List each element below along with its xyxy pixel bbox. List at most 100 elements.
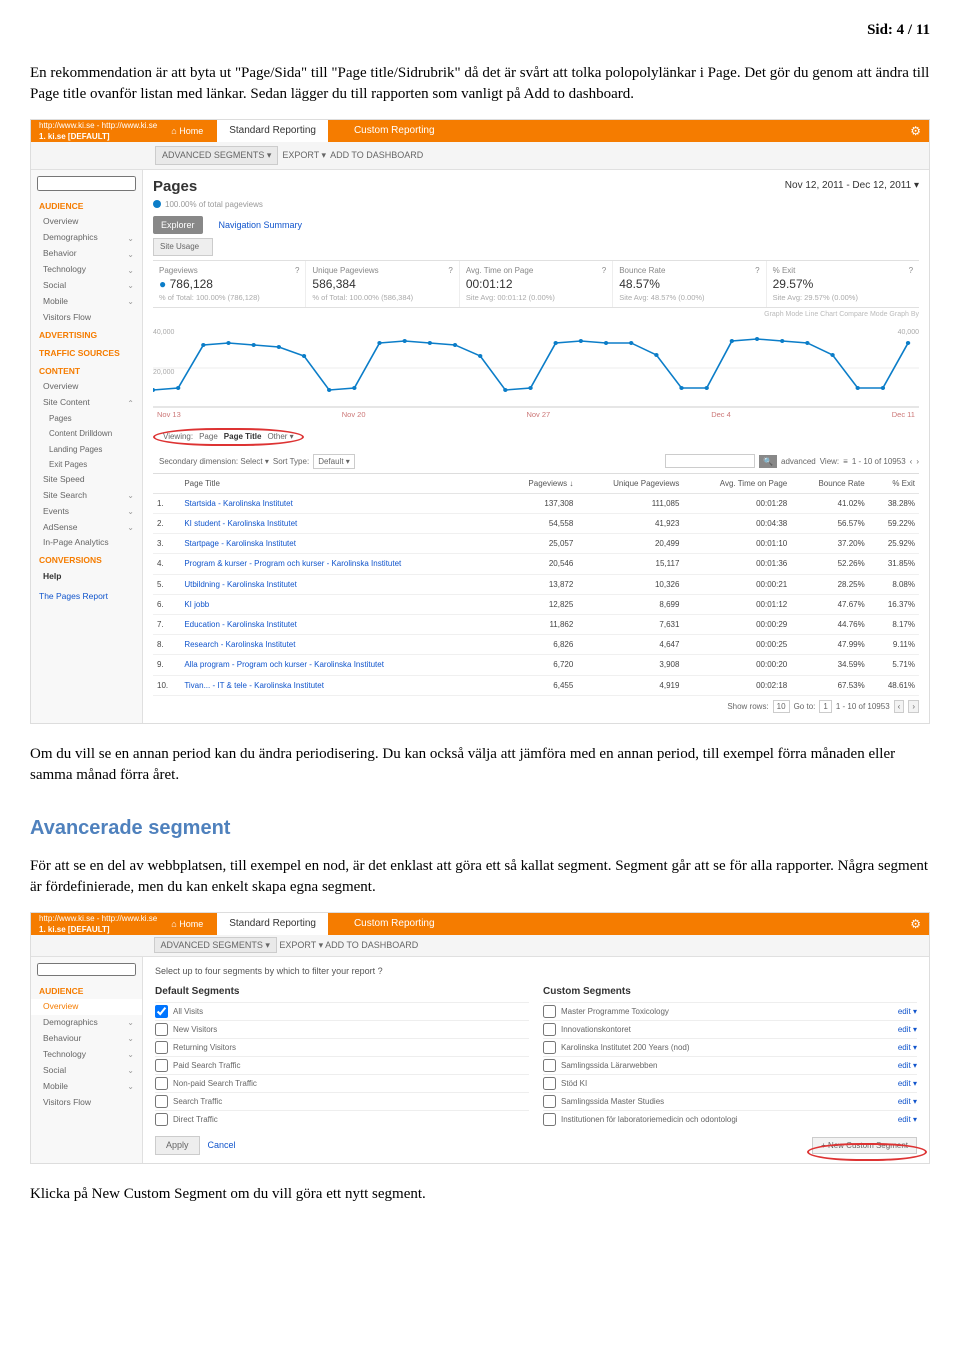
tab-standard-reporting[interactable]: Standard Reporting <box>217 120 328 142</box>
table-row[interactable]: 2.KI student - Karolinska Institutet54,5… <box>153 514 919 534</box>
sidebar-advertising-header[interactable]: ADVERTISING <box>31 326 142 344</box>
table-row[interactable]: 8.Research - Karolinska Institutet6,8264… <box>153 635 919 655</box>
segment-row[interactable]: Samlingssida Master Studiesedit ▾ <box>543 1092 917 1110</box>
segment-row[interactable]: Direct Traffic <box>155 1110 529 1128</box>
th-exit[interactable]: % Exit <box>869 473 919 493</box>
sidebar-item-content-drilldown[interactable]: Content Drilldown <box>31 426 142 441</box>
sidebar-audience-header[interactable]: AUDIENCE <box>31 197 142 215</box>
metric-bounce-rate[interactable]: Bounce Rate?48.57%Site Avg: 48.57% (0.00… <box>613 261 766 307</box>
info-icon[interactable]: ? <box>909 265 913 276</box>
sidebar-item-pages[interactable]: Pages <box>31 411 142 426</box>
sidebar-item-demographics[interactable]: Demographics⌄ <box>31 1015 142 1031</box>
tab-navigation-summary[interactable]: Navigation Summary <box>211 216 311 235</box>
segment-checkbox[interactable] <box>543 1095 556 1108</box>
edit-segment-link[interactable]: edit ▾ <box>898 1096 917 1107</box>
view-page-title-tab[interactable]: Page Title <box>224 431 262 442</box>
edit-segment-link[interactable]: edit ▾ <box>898 1114 917 1125</box>
segment-row[interactable]: Non-paid Search Traffic <box>155 1074 529 1092</box>
prev-page-button[interactable]: ‹ <box>910 456 913 467</box>
view-page-tab[interactable]: Page <box>199 431 218 442</box>
metric-exit[interactable]: % Exit?29.57%Site Avg: 29.57% (0.00%) <box>767 261 919 307</box>
apply-button[interactable]: Apply <box>155 1136 200 1155</box>
sidebar-item-inpage-analytics[interactable]: In-Page Analytics <box>31 535 142 551</box>
segment-row[interactable]: Innovationskontoretedit ▾ <box>543 1020 917 1038</box>
sidebar-item-social[interactable]: Social⌄ <box>31 1063 142 1079</box>
next-page-button[interactable]: › <box>916 456 919 467</box>
edit-segment-link[interactable]: edit ▾ <box>898 1060 917 1071</box>
sidebar-item-site-search[interactable]: Site Search⌄ <box>31 488 142 504</box>
sidebar-item-overview[interactable]: Overview <box>31 999 142 1015</box>
tab-custom-reporting[interactable]: Custom Reporting <box>342 120 447 142</box>
sidebar-item-content-overview[interactable]: Overview <box>31 379 142 395</box>
sidebar-item-visitors-flow[interactable]: Visitors Flow <box>31 310 142 326</box>
tab-standard-reporting[interactable]: Standard Reporting <box>217 913 328 935</box>
segment-row[interactable]: Master Programme Toxicologyedit ▾ <box>543 1002 917 1020</box>
tab-explorer[interactable]: Explorer <box>153 216 203 235</box>
segment-checkbox[interactable] <box>155 1041 168 1054</box>
sidebar-item-events[interactable]: Events⌄ <box>31 504 142 520</box>
advanced-segments-button[interactable]: ADVANCED SEGMENTS ▾ <box>155 146 278 165</box>
metric-pageviews[interactable]: Pageviews?786,128% of Total: 100.00% (78… <box>153 261 306 307</box>
th-avg-time[interactable]: Avg. Time on Page <box>683 473 791 493</box>
sidebar-item-adsense[interactable]: AdSense⌄ <box>31 520 142 536</box>
info-icon[interactable]: ? <box>602 265 606 276</box>
sidebar-item-social[interactable]: Social⌄ <box>31 278 142 294</box>
sidebar-item-technology[interactable]: Technology⌄ <box>31 262 142 278</box>
tab-custom-reporting[interactable]: Custom Reporting <box>342 913 447 935</box>
th-pageviews[interactable]: Pageviews ↓ <box>502 473 578 493</box>
advanced-segments-button[interactable]: ADVANCED SEGMENTS ▾ <box>154 937 277 953</box>
segment-row[interactable]: Karolinska Institutet 200 Years (nod)edi… <box>543 1038 917 1056</box>
date-range-picker[interactable]: Nov 12, 2011 - Dec 12, 2011 ▾ <box>785 179 919 193</box>
metric-avg-time[interactable]: Avg. Time on Page?00:01:12Site Avg: 00:0… <box>460 261 613 307</box>
sidebar-search-input[interactable] <box>37 963 136 976</box>
table-row[interactable]: 7.Education - Karolinska Institutet11,86… <box>153 615 919 635</box>
sidebar-item-demographics[interactable]: Demographics⌄ <box>31 230 142 246</box>
view-other-tab[interactable]: Other ▾ <box>267 431 293 442</box>
table-row[interactable]: 1.Startsida - Karolinska Institutet137,3… <box>153 493 919 513</box>
sidebar-item-technology[interactable]: Technology⌄ <box>31 1047 142 1063</box>
secondary-dimension-select[interactable]: Secondary dimension: Select ▾ <box>159 456 269 467</box>
filter-search-input[interactable] <box>665 454 755 468</box>
segment-checkbox[interactable] <box>155 1023 168 1036</box>
segment-checkbox[interactable] <box>543 1041 556 1054</box>
info-icon[interactable]: ? <box>378 966 383 976</box>
info-icon[interactable]: ? <box>448 265 452 276</box>
sidebar-audience-header[interactable]: AUDIENCE <box>31 982 142 1000</box>
sidebar-item-behavior[interactable]: Behavior⌄ <box>31 246 142 262</box>
sidebar-item-overview[interactable]: Overview <box>31 214 142 230</box>
home-icon[interactable]: ⌂ Home <box>171 918 203 931</box>
export-button[interactable]: EXPORT ▾ <box>279 940 323 950</box>
edit-segment-link[interactable]: edit ▾ <box>898 1024 917 1035</box>
add-to-dashboard-button[interactable]: ADD TO DASHBOARD <box>330 149 423 162</box>
sidebar-item-exit-pages[interactable]: Exit Pages <box>31 457 142 472</box>
sidebar-item-landing-pages[interactable]: Landing Pages <box>31 442 142 457</box>
sidebar-conversions-header[interactable]: CONVERSIONS <box>31 551 142 569</box>
th-page-title[interactable]: Page Title <box>180 473 501 493</box>
goto-input[interactable]: 1 <box>819 700 831 713</box>
sidebar-help-link[interactable]: The Pages Report <box>31 585 142 605</box>
segment-checkbox[interactable] <box>155 1005 168 1018</box>
sidebar-item-behaviour[interactable]: Behaviour⌄ <box>31 1031 142 1047</box>
search-icon[interactable]: 🔍 <box>759 455 777 468</box>
advanced-filter-link[interactable]: advanced <box>781 456 816 467</box>
edit-segment-link[interactable]: edit ▾ <box>898 1042 917 1053</box>
sidebar-item-visitors-flow[interactable]: Visitors Flow <box>31 1095 142 1111</box>
segment-row[interactable]: Institutionen för laboratoriemedicin och… <box>543 1110 917 1128</box>
table-row[interactable]: 9.Alla program - Program och kurser - Ka… <box>153 655 919 675</box>
segment-checkbox[interactable] <box>155 1059 168 1072</box>
segment-checkbox[interactable] <box>543 1077 556 1090</box>
new-custom-segment-button[interactable]: + New Custom Segment <box>812 1137 917 1154</box>
edit-segment-link[interactable]: edit ▾ <box>898 1078 917 1089</box>
sort-type-select[interactable]: Default ▾ <box>313 454 355 469</box>
add-to-dashboard-button[interactable]: ADD TO DASHBOARD <box>325 940 418 950</box>
sidebar-traffic-header[interactable]: TRAFFIC SOURCES <box>31 344 142 362</box>
sidebar-item-mobile[interactable]: Mobile⌄ <box>31 1079 142 1095</box>
gear-icon[interactable]: ⚙ <box>910 916 921 933</box>
sidebar-item-site-speed[interactable]: Site Speed <box>31 472 142 488</box>
segment-row[interactable]: All Visits <box>155 1002 529 1020</box>
table-row[interactable]: 4.Program & kurser - Program och kurser … <box>153 554 919 574</box>
sidebar-item-site-content[interactable]: Site Content⌃ <box>31 395 142 411</box>
segment-row[interactable]: Search Traffic <box>155 1092 529 1110</box>
segment-checkbox[interactable] <box>543 1005 556 1018</box>
segment-checkbox[interactable] <box>543 1023 556 1036</box>
